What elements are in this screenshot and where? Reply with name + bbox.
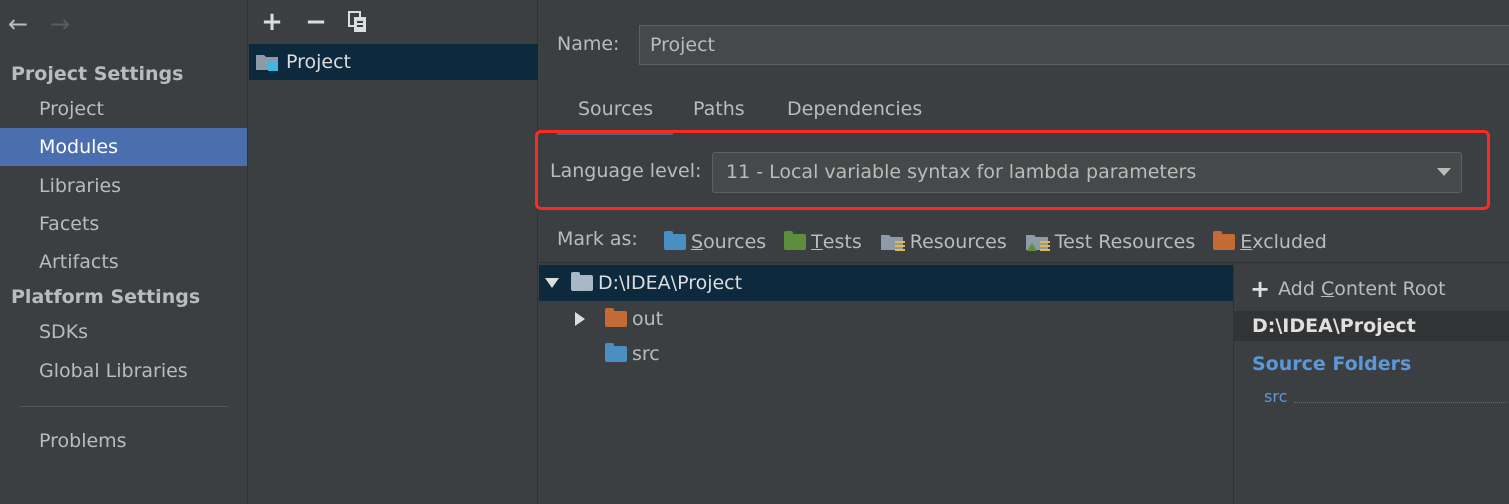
mark-tests-button[interactable]: Tests	[784, 231, 862, 253]
mark-as-label: Mark as:	[557, 228, 638, 250]
language-level-label: Language level:	[550, 160, 702, 182]
tree-row-out[interactable]: out	[539, 301, 663, 337]
platform-settings-header: Platform Settings	[11, 286, 201, 308]
excluded-folder-icon	[1213, 231, 1236, 250]
module-name-field[interactable]: Project	[639, 25, 1509, 65]
source-folders-header: Source Folders	[1252, 353, 1412, 375]
dropdown-arrow-icon	[1437, 168, 1451, 176]
plus-icon: +	[261, 7, 283, 37]
module-list-item[interactable]: Project	[249, 44, 538, 80]
dotted-leader	[1294, 402, 1509, 403]
add-module-button[interactable]: +	[257, 6, 287, 38]
sources-folder-icon	[664, 231, 686, 250]
copy-icon	[348, 11, 366, 32]
settings-sidebar: ← → Project Settings Project Modules Lib…	[0, 0, 248, 504]
plus-icon: +	[1250, 275, 1271, 303]
copy-module-button[interactable]	[343, 6, 373, 38]
mark-sources-button[interactable]: Sources	[664, 231, 766, 253]
back-arrow-icon[interactable]: ←	[8, 10, 28, 38]
resources-folder-icon	[880, 235, 905, 251]
tab-sources[interactable]: Sources	[578, 98, 653, 134]
sidebar-item-global-libraries[interactable]: Global Libraries	[0, 352, 247, 390]
tree-label-out: out	[632, 308, 664, 330]
expand-down-icon[interactable]	[545, 278, 559, 288]
sidebar-item-problems[interactable]: Problems	[0, 422, 247, 460]
tree-root-row[interactable]: D:\IDEA\Project	[539, 265, 1233, 301]
content-root-path: D:\IDEA\Project	[1234, 311, 1509, 341]
folder-icon	[571, 272, 593, 291]
mark-test-resources-button[interactable]: Test Resources	[1025, 231, 1195, 253]
sidebar-item-artifacts[interactable]: Artifacts	[0, 243, 247, 281]
module-name: Project	[286, 51, 352, 73]
name-label: Name:	[557, 33, 620, 55]
tree-row-src[interactable]: src	[539, 336, 660, 372]
content-tree: D:\IDEA\Project out src	[539, 262, 1233, 504]
tab-paths[interactable]: Paths	[693, 98, 745, 134]
sidebar-item-modules[interactable]: Modules	[0, 128, 247, 166]
tab-dependencies[interactable]: Dependencies	[787, 98, 922, 134]
sidebar-divider	[20, 406, 228, 407]
sources-folder-icon	[605, 343, 627, 362]
tests-folder-icon	[784, 231, 807, 250]
sidebar-item-project[interactable]: Project	[0, 90, 247, 128]
module-list-panel: + − Project	[249, 0, 538, 504]
mark-resources-button[interactable]: Resources	[880, 231, 1007, 253]
expand-right-icon[interactable]	[575, 312, 585, 326]
module-editor: Name: Project Sources Paths Dependencies…	[535, 0, 1509, 504]
minus-icon: −	[305, 7, 327, 37]
project-settings-header: Project Settings	[11, 63, 184, 85]
forward-arrow-icon[interactable]: →	[50, 10, 70, 38]
sidebar-item-sdks[interactable]: SDKs	[0, 313, 247, 351]
test-resources-folder-icon	[1025, 235, 1050, 251]
excluded-folder-icon	[605, 308, 627, 327]
sidebar-item-facets[interactable]: Facets	[0, 205, 247, 243]
language-level-dropdown[interactable]: 11 - Local variable syntax for lambda pa…	[712, 152, 1462, 193]
language-level-value: 11 - Local variable syntax for lambda pa…	[726, 161, 1197, 183]
sidebar-item-libraries[interactable]: Libraries	[0, 167, 247, 205]
source-folder-item[interactable]: src	[1264, 387, 1287, 406]
mark-excluded-button[interactable]: Excluded	[1213, 231, 1327, 253]
tree-label-src: src	[632, 343, 660, 365]
module-folder-icon	[256, 55, 278, 71]
add-content-root-button[interactable]: + Add Content Root	[1250, 275, 1446, 303]
remove-module-button[interactable]: −	[301, 6, 331, 38]
content-root-panel: + Add Content Root D:\IDEA\Project Sourc…	[1233, 262, 1509, 504]
mark-as-toolbar: Sources Tests Resources Test Resources E…	[664, 226, 1345, 258]
tree-root-label: D:\IDEA\Project	[598, 272, 743, 294]
